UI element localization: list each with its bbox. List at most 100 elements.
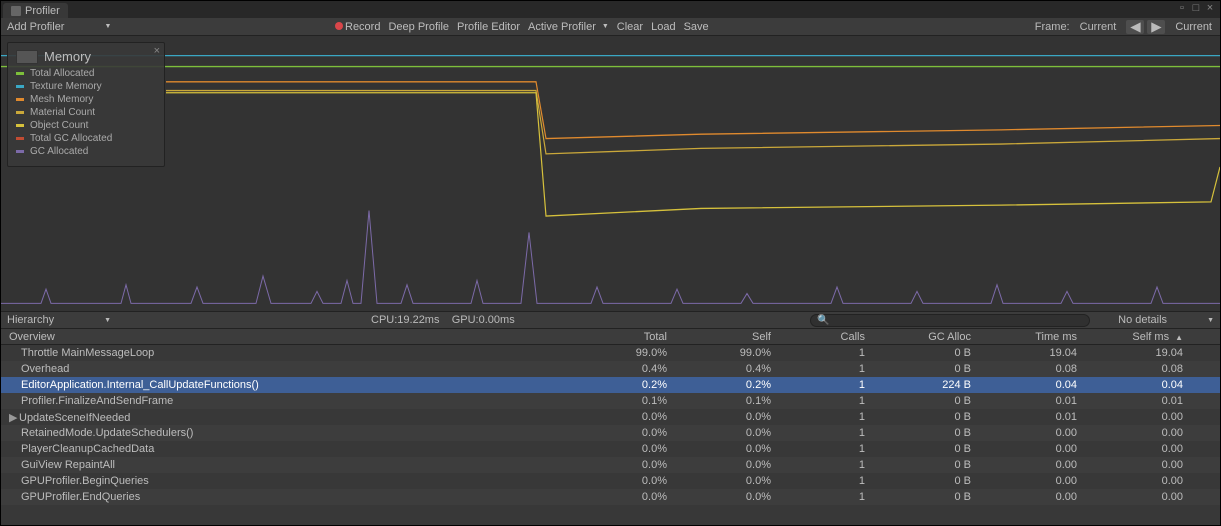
row-gc: 224 B [865,379,971,391]
details-label: No details [1118,314,1167,326]
frame-value: Current [1080,21,1117,33]
prev-frame-button[interactable]: ◀ [1126,20,1144,34]
row-total: 0.0% [573,411,667,423]
toolbar: Add Profiler ▼ Record Deep Profile Profi… [1,18,1220,36]
row-calls: 1 [771,443,865,455]
row-time: 0.00 [971,475,1077,487]
table-row[interactable]: Profiler.FinalizeAndSendFrame0.1%0.1%10 … [1,393,1220,409]
active-profiler-dropdown[interactable]: Active Profiler ▼ [528,21,609,33]
row-total: 0.0% [573,491,667,503]
table-row[interactable]: PlayerCleanupCachedData0.0%0.0%10 B0.000… [1,441,1220,457]
profile-editor-button[interactable]: Profile Editor [457,21,520,33]
table-row[interactable]: EditorApplication.Internal_CallUpdateFun… [1,377,1220,393]
column-self-ms[interactable]: Self ms▲ [1077,331,1189,343]
row-time: 0.00 [971,427,1077,439]
table-row[interactable]: GuiView RepaintAll0.0%0.0%10 B0.000.00 [1,457,1220,473]
row-name: EditorApplication.Internal_CallUpdateFun… [21,379,259,391]
column-time-ms[interactable]: Time ms [971,331,1077,343]
cpu-label: CPU: [371,314,397,326]
row-total: 0.1% [573,395,667,407]
legend-title-text: Memory [44,49,91,64]
column-gc-alloc[interactable]: GC Alloc [865,331,971,343]
column-overview[interactable]: Overview [1,331,573,343]
current-button[interactable]: Current [1175,21,1212,33]
details-dropdown[interactable]: No details ▼ [1118,314,1214,326]
row-time: 0.01 [971,395,1077,407]
row-self: 0.0% [667,459,771,471]
row-calls: 1 [771,395,865,407]
row-name: RetainedMode.UpdateSchedulers() [21,427,193,439]
row-time: 19.04 [971,347,1077,359]
legend-swatch [16,98,24,101]
tab-profiler[interactable]: Profiler [3,3,68,18]
row-self: 0.0% [667,443,771,455]
table-header: Overview Total Self Calls GC Alloc Time … [1,329,1220,345]
legend-item[interactable]: GC Allocated [16,145,156,158]
deep-profile-button[interactable]: Deep Profile [388,21,449,33]
hierarchy-label: Hierarchy [7,314,54,326]
row-time: 0.08 [971,363,1077,375]
legend-item-label: Object Count [30,119,88,132]
legend-item[interactable]: Mesh Memory [16,93,156,106]
row-gc: 0 B [865,475,971,487]
row-selfms: 0.00 [1077,411,1189,423]
gpu-label: GPU: [452,314,479,326]
legend-close-icon[interactable]: × [154,45,160,57]
load-button[interactable]: Load [651,21,675,33]
table-row[interactable]: GPUProfiler.EndQueries0.0%0.0%10 B0.000.… [1,489,1220,505]
window-dock-icon[interactable]: ▫ [1176,2,1188,14]
table-row[interactable]: GPUProfiler.BeginQueries0.0%0.0%10 B0.00… [1,473,1220,489]
window-maximize-icon[interactable]: □ [1190,2,1202,14]
clear-button[interactable]: Clear [617,21,643,33]
row-selfms: 0.00 [1077,459,1189,471]
row-name: GuiView RepaintAll [21,459,115,471]
add-profiler-dropdown[interactable]: Add Profiler ▼ [7,21,111,33]
row-calls: 1 [771,379,865,391]
row-selfms: 0.01 [1077,395,1189,407]
row-self: 0.1% [667,395,771,407]
row-calls: 1 [771,459,865,471]
hierarchy-dropdown[interactable]: Hierarchy ▼ [1,314,117,326]
record-button[interactable]: Record [335,21,380,33]
table-row[interactable]: ▶UpdateSceneIfNeeded0.0%0.0%10 B0.010.00 [1,409,1220,425]
legend-title: Memory [16,49,156,64]
legend-item-label: Mesh Memory [30,93,93,106]
memory-graph [1,36,1220,311]
row-gc: 0 B [865,459,971,471]
expand-icon[interactable]: ▶ [9,411,19,424]
row-gc: 0 B [865,363,971,375]
next-frame-button[interactable]: ▶ [1147,20,1165,34]
row-gc: 0 B [865,411,971,423]
row-self: 0.0% [667,475,771,487]
column-calls[interactable]: Calls [771,331,865,343]
search-icon: 🔍 [817,315,829,326]
legend-item[interactable]: Total Allocated [16,67,156,80]
row-self: 99.0% [667,347,771,359]
legend-item[interactable]: Object Count [16,119,156,132]
table-row[interactable]: Overhead0.4%0.4%10 B0.080.08 [1,361,1220,377]
save-button[interactable]: Save [684,21,709,33]
chart-area[interactable]: × Memory Total AllocatedTexture MemoryMe… [1,36,1220,311]
row-self: 0.4% [667,363,771,375]
row-selfms: 0.00 [1077,427,1189,439]
chevron-down-icon: ▼ [1207,317,1214,324]
table-row[interactable]: Throttle MainMessageLoop99.0%99.0%10 B19… [1,345,1220,361]
row-gc: 0 B [865,395,971,407]
record-icon [335,22,343,30]
table-row[interactable]: RetainedMode.UpdateSchedulers()0.0%0.0%1… [1,425,1220,441]
row-name: Profiler.FinalizeAndSendFrame [21,395,173,407]
record-label: Record [345,21,380,33]
legend-item[interactable]: Texture Memory [16,80,156,93]
row-self: 0.0% [667,411,771,423]
legend-item-label: Material Count [30,106,95,119]
column-self[interactable]: Self [667,331,771,343]
chevron-down-icon: ▼ [104,317,111,324]
window-close-icon[interactable]: × [1204,2,1216,14]
legend-swatch [16,72,24,75]
row-total: 0.0% [573,475,667,487]
legend-item[interactable]: Material Count [16,106,156,119]
column-total[interactable]: Total [573,331,667,343]
row-self: 0.2% [667,379,771,391]
search-input[interactable]: 🔍 [810,314,1090,327]
legend-item[interactable]: Total GC Allocated [16,132,156,145]
